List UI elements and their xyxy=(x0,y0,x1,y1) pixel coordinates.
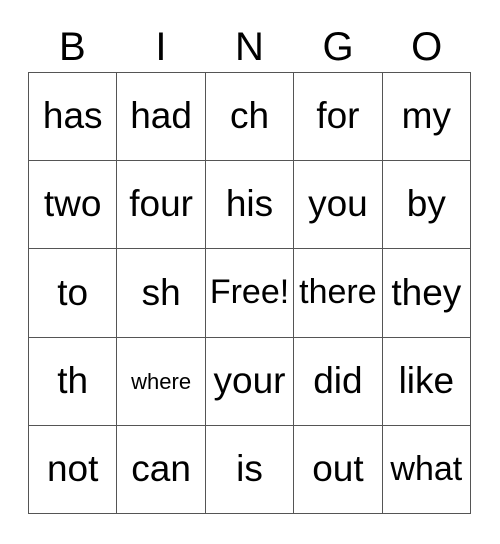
bingo-cell[interactable]: my xyxy=(382,73,472,162)
header-letter-o: O xyxy=(382,22,471,72)
bingo-card: B I N G O has had ch for my two four his you by to… xyxy=(0,0,500,544)
bingo-cell-text: sh xyxy=(141,271,181,313)
bingo-cell-text: you xyxy=(308,183,368,225)
bingo-cell-text: not xyxy=(46,447,99,489)
bingo-cell-text: can xyxy=(131,447,191,489)
bingo-cell[interactable]: you xyxy=(294,161,383,250)
bingo-cell-text: four xyxy=(129,183,193,225)
header-letter-i: I xyxy=(117,22,206,72)
bingo-cell[interactable]: th xyxy=(29,337,118,426)
bingo-cell-text: to xyxy=(57,271,89,313)
bingo-cell-text: by xyxy=(406,183,446,225)
bingo-cell[interactable]: four xyxy=(117,161,206,250)
header-letter-g: G xyxy=(294,22,383,72)
bingo-cell-text: there xyxy=(299,273,377,312)
bingo-cell[interactable]: to xyxy=(29,249,118,338)
bingo-cell[interactable]: had xyxy=(117,73,206,162)
bingo-cell-text: ch xyxy=(229,95,270,137)
bingo-cell[interactable]: two xyxy=(29,161,118,250)
bingo-cell-text: had xyxy=(130,95,192,137)
bingo-cell[interactable]: not xyxy=(29,425,118,515)
bingo-cell-text: my xyxy=(401,95,451,137)
bingo-cell-text: what xyxy=(390,449,463,488)
bingo-cell[interactable]: can xyxy=(117,425,206,515)
bingo-cell[interactable]: out xyxy=(294,425,383,515)
bingo-cell[interactable]: has xyxy=(29,73,118,162)
header-letter-i-text: I xyxy=(155,25,167,69)
bingo-cell-text: out xyxy=(312,447,364,489)
bingo-row: to sh Free! there they xyxy=(29,249,472,338)
bingo-cell-text: did xyxy=(313,359,363,401)
bingo-cell[interactable]: what xyxy=(382,425,472,515)
bingo-cell[interactable]: for xyxy=(294,73,383,162)
bingo-cell-text: his xyxy=(225,183,274,225)
bingo-cell[interactable]: ch xyxy=(205,73,295,162)
bingo-row: two four his you by xyxy=(29,161,472,250)
bingo-cell[interactable]: they xyxy=(382,249,472,338)
bingo-row: has had ch for my xyxy=(29,73,472,162)
bingo-cell[interactable]: is xyxy=(205,425,295,515)
bingo-cell[interactable]: did xyxy=(294,337,383,426)
header-letter-g-text: G xyxy=(322,25,354,69)
header-letter-b: B xyxy=(28,22,117,72)
bingo-header: B I N G O xyxy=(28,22,471,72)
bingo-cell[interactable]: there xyxy=(294,249,383,338)
bingo-cell-text: where xyxy=(131,368,192,394)
bingo-row: not can is out what xyxy=(29,425,472,515)
bingo-cell-text: has xyxy=(42,95,103,137)
bingo-cell[interactable]: by xyxy=(382,161,472,250)
header-letter-b-text: B xyxy=(58,25,86,69)
bingo-cell-text: Free! xyxy=(209,273,290,312)
bingo-cell-text: like xyxy=(398,359,455,401)
header-letter-n: N xyxy=(205,22,294,72)
bingo-cell[interactable]: sh xyxy=(117,249,206,338)
bingo-cell-text: they xyxy=(391,271,462,313)
header-letter-o-text: O xyxy=(411,25,443,69)
bingo-cell-text: your xyxy=(213,359,286,401)
bingo-cell-text: is xyxy=(236,447,263,489)
bingo-cell[interactable]: his xyxy=(205,161,295,250)
bingo-cell[interactable]: where xyxy=(117,337,206,426)
bingo-cell[interactable]: like xyxy=(382,337,472,426)
header-letter-n-text: N xyxy=(235,25,264,69)
bingo-cell-text: th xyxy=(57,359,89,401)
bingo-row: th where your did like xyxy=(29,337,472,426)
bingo-cell-free[interactable]: Free! xyxy=(205,249,295,338)
bingo-cell-text: for xyxy=(316,95,360,137)
bingo-cell[interactable]: your xyxy=(205,337,295,426)
bingo-grid: has had ch for my two four his you by to sh Free! the… xyxy=(28,72,472,515)
bingo-cell-text: two xyxy=(43,183,102,225)
